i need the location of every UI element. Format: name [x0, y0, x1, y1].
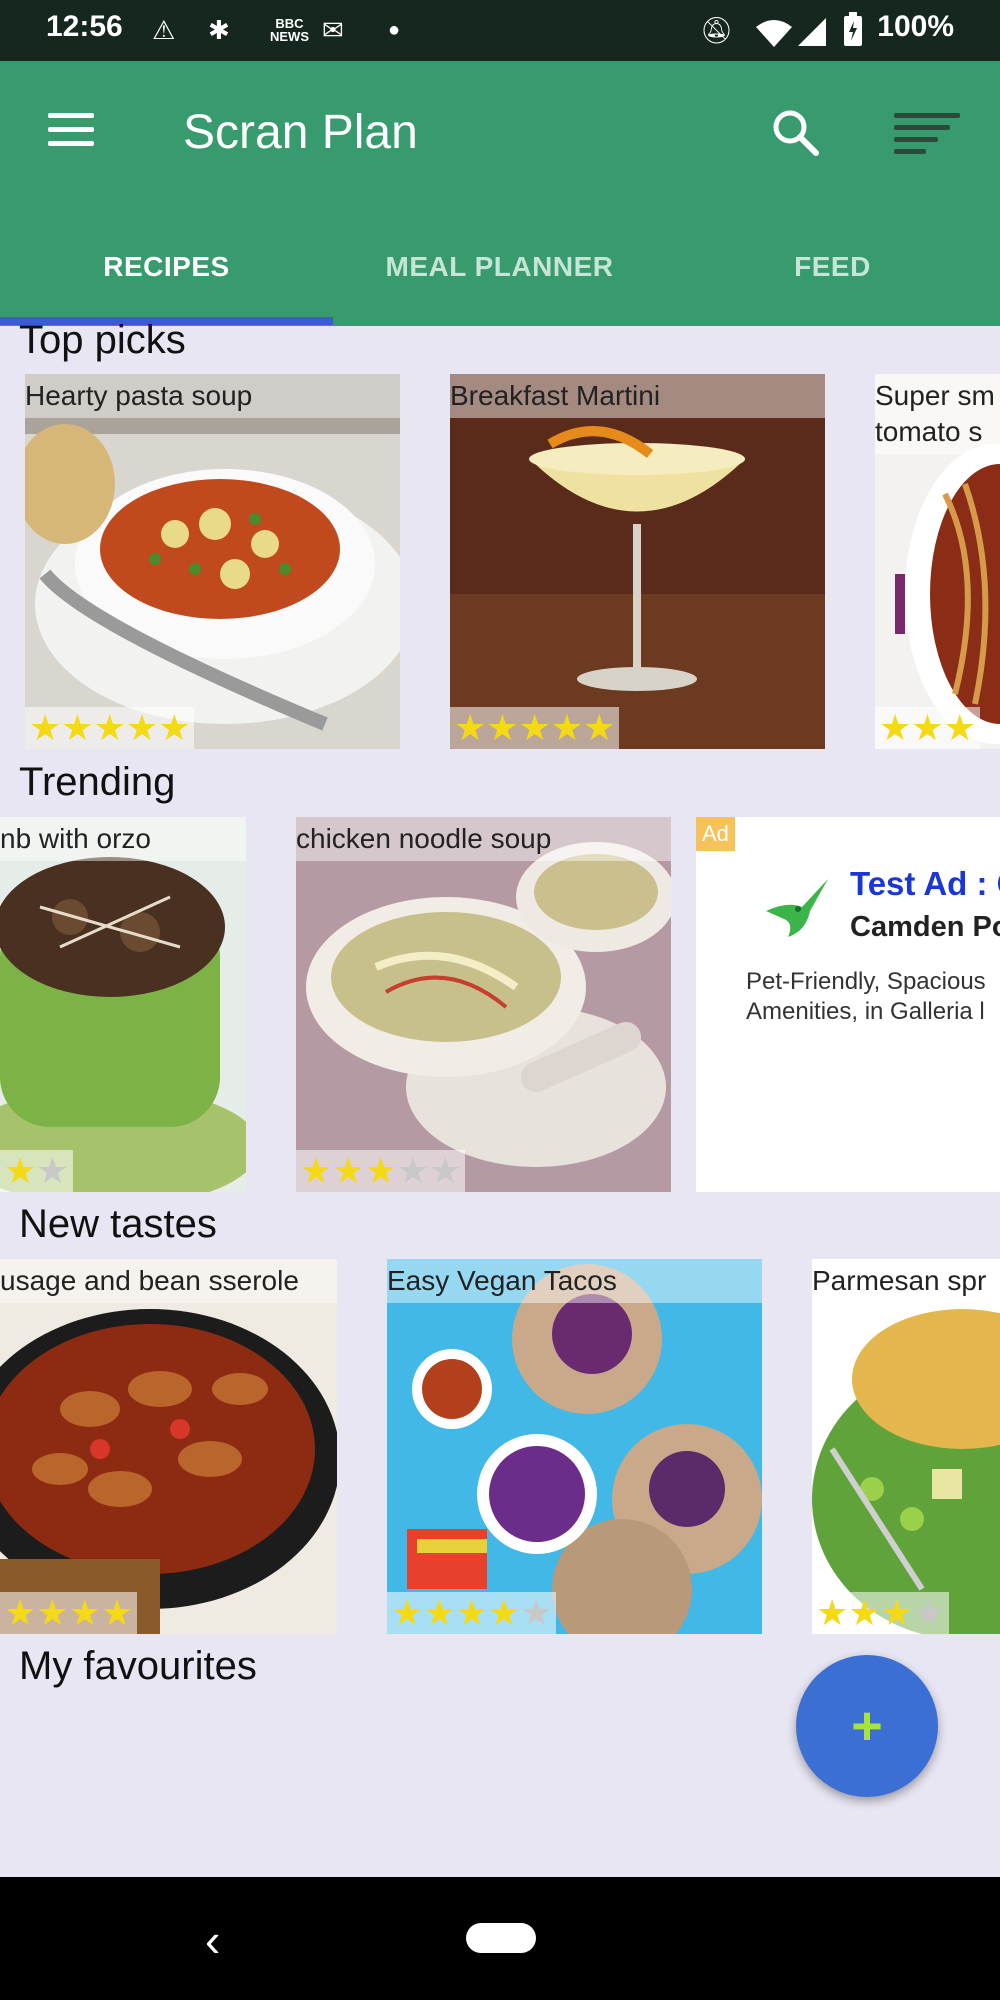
section-title-top-picks: Top picks [19, 318, 186, 362]
recipe-name: Breakfast Martini [450, 374, 825, 418]
star-icon: ★ [68, 1592, 101, 1633]
ad-description: Pet-Friendly, Spacious Amenities, in Gal… [746, 968, 986, 1025]
recipe-name: Hearty pasta soup [25, 374, 400, 418]
rating-stars: ★ ★ ★ ★ ★ [25, 707, 195, 749]
star-icon: ★ [4, 1592, 37, 1633]
tab-bar: RECIPES MEAL PLANNER FEED [0, 224, 1000, 309]
star-icon: ★ [550, 707, 584, 748]
star-icon: ★ [4, 1150, 37, 1191]
recipe-name: usage and bean sserole [0, 1259, 337, 1303]
recipe-card[interactable]: chicken noodle soup ★ ★ ★ ★ ★ [296, 817, 671, 1192]
star-icon: ★ [816, 1592, 849, 1633]
recipe-name: Easy Vegan Tacos [387, 1259, 762, 1303]
hummingbird-icon [766, 879, 828, 937]
star-icon: ★ [911, 707, 944, 748]
system-nav-bar: ‹ [0, 1877, 1000, 2000]
rating-stars: ★ ★ ★ ★ ★ [387, 1592, 557, 1634]
rating-stars: ★ ★ ★ ★ ★ [296, 1150, 466, 1192]
bbc-news-icon: BBC NEWS [270, 16, 309, 44]
tab-recipes[interactable]: RECIPES [0, 224, 333, 309]
search-icon[interactable] [768, 105, 824, 161]
star-icon: ★ [300, 1150, 333, 1191]
plus-icon: + [851, 1696, 883, 1756]
more-notifications-icon: ● [388, 18, 401, 41]
recipe-image-chicken-noodle-soup [296, 817, 671, 1192]
recipe-card[interactable]: Super sm tomato s ★ ★ ★ [875, 374, 1000, 749]
star-icon: ★ [454, 707, 487, 748]
signal-icon [798, 18, 826, 46]
tab-feed[interactable]: FEED [666, 224, 999, 309]
star-icon: ★ [880, 1592, 913, 1633]
menu-button[interactable] [44, 109, 98, 153]
star-icon: ★ [879, 707, 912, 748]
section-title-trending: Trending [19, 760, 176, 804]
recipe-image-pasta-soup [25, 374, 400, 749]
star-icon: ★ [520, 1592, 553, 1633]
recipe-card[interactable]: Hearty pasta soup ★ ★ ★ ★ ★ [25, 374, 400, 749]
warning-icon: ⚠ [152, 14, 176, 45]
tab-meal-planner[interactable]: MEAL PLANNER [333, 224, 666, 309]
recipe-card[interactable]: Breakfast Martini ★ ★ ★ ★ ★ [450, 374, 825, 749]
star-icon: ★ [429, 1150, 462, 1191]
star-icon: ★ [583, 707, 616, 748]
status-time: 12:56 [46, 10, 123, 43]
slack-icon: ✱ [208, 14, 230, 45]
recipe-name: Parmesan spr [812, 1259, 1000, 1303]
star-icon: ★ [943, 707, 976, 748]
status-bar: 12:56 ⚠ ✱ BBC NEWS ✉ ● 🔕︎ 100% [0, 0, 1000, 61]
rating-stars: ★ ★ ★ [875, 707, 980, 749]
recipe-name: Super sm tomato s [875, 374, 1000, 454]
home-pill-icon[interactable] [466, 1923, 536, 1953]
star-icon: ★ [158, 707, 191, 748]
recipe-image-orzo [0, 817, 246, 1192]
star-icon: ★ [36, 1150, 69, 1191]
star-icon: ★ [912, 1592, 946, 1633]
sort-filter-icon[interactable] [890, 109, 966, 165]
star-icon: ★ [36, 1592, 69, 1633]
ad-title[interactable]: Test Ad : C [850, 865, 1000, 903]
recipe-card[interactable]: Parmesan spr ★ ★ ★ ★ [812, 1259, 1000, 1634]
rating-stars: ★ ★ ★ ★ [0, 1592, 138, 1634]
star-icon: ★ [423, 1592, 456, 1633]
star-icon: ★ [364, 1150, 397, 1191]
star-icon: ★ [487, 1592, 521, 1633]
recipe-card[interactable]: usage and bean sserole ★ ★ ★ ★ [0, 1259, 337, 1634]
star-icon: ★ [332, 1150, 365, 1191]
recipe-image-breakfast-martini [450, 374, 825, 749]
rating-stars: ★ ★ [0, 1150, 73, 1192]
star-icon: ★ [100, 1592, 134, 1633]
star-icon: ★ [455, 1592, 488, 1633]
star-icon: ★ [396, 1150, 430, 1191]
section-title-new-tastes: New tastes [19, 1202, 217, 1246]
ad-badge: Ad [696, 817, 735, 851]
back-icon[interactable]: ‹ [205, 1913, 220, 1967]
wifi-icon [756, 20, 792, 47]
outlook-icon: ✉ [322, 14, 344, 45]
notifications-off-icon: 🔕︎ [700, 14, 734, 45]
star-icon: ★ [61, 707, 94, 748]
star-icon: ★ [29, 707, 62, 748]
recipe-image-parmesan [812, 1259, 1000, 1634]
ad-card[interactable]: Ad Test Ad : C Camden Po Pet-Friendly, S… [696, 817, 1000, 1192]
recipe-name: nb with orzo [0, 817, 246, 861]
star-icon: ★ [486, 707, 519, 748]
star-icon: ★ [125, 707, 159, 748]
star-icon: ★ [391, 1592, 424, 1633]
recipe-card[interactable]: nb with orzo ★ ★ [0, 817, 246, 1192]
star-icon: ★ [93, 707, 126, 748]
battery-percent: 100% [877, 10, 954, 43]
rating-stars: ★ ★ ★ ★ [812, 1592, 950, 1634]
star-icon: ★ [518, 707, 551, 748]
recipe-image-sausage-casserole [0, 1259, 337, 1634]
battery-icon [844, 12, 862, 46]
app-title: Scran Plan [183, 106, 418, 159]
section-title-my-favourites: My favourites [19, 1644, 257, 1688]
recipe-name: chicken noodle soup [296, 817, 671, 861]
star-icon: ★ [848, 1592, 881, 1633]
add-recipe-button[interactable]: + [796, 1655, 938, 1797]
recipe-card[interactable]: Easy Vegan Tacos ★ ★ ★ ★ ★ [387, 1259, 762, 1634]
recipe-image-vegan-tacos [387, 1259, 762, 1634]
rating-stars: ★ ★ ★ ★ ★ [450, 707, 620, 749]
ad-subtitle: Camden Po [850, 911, 1000, 943]
